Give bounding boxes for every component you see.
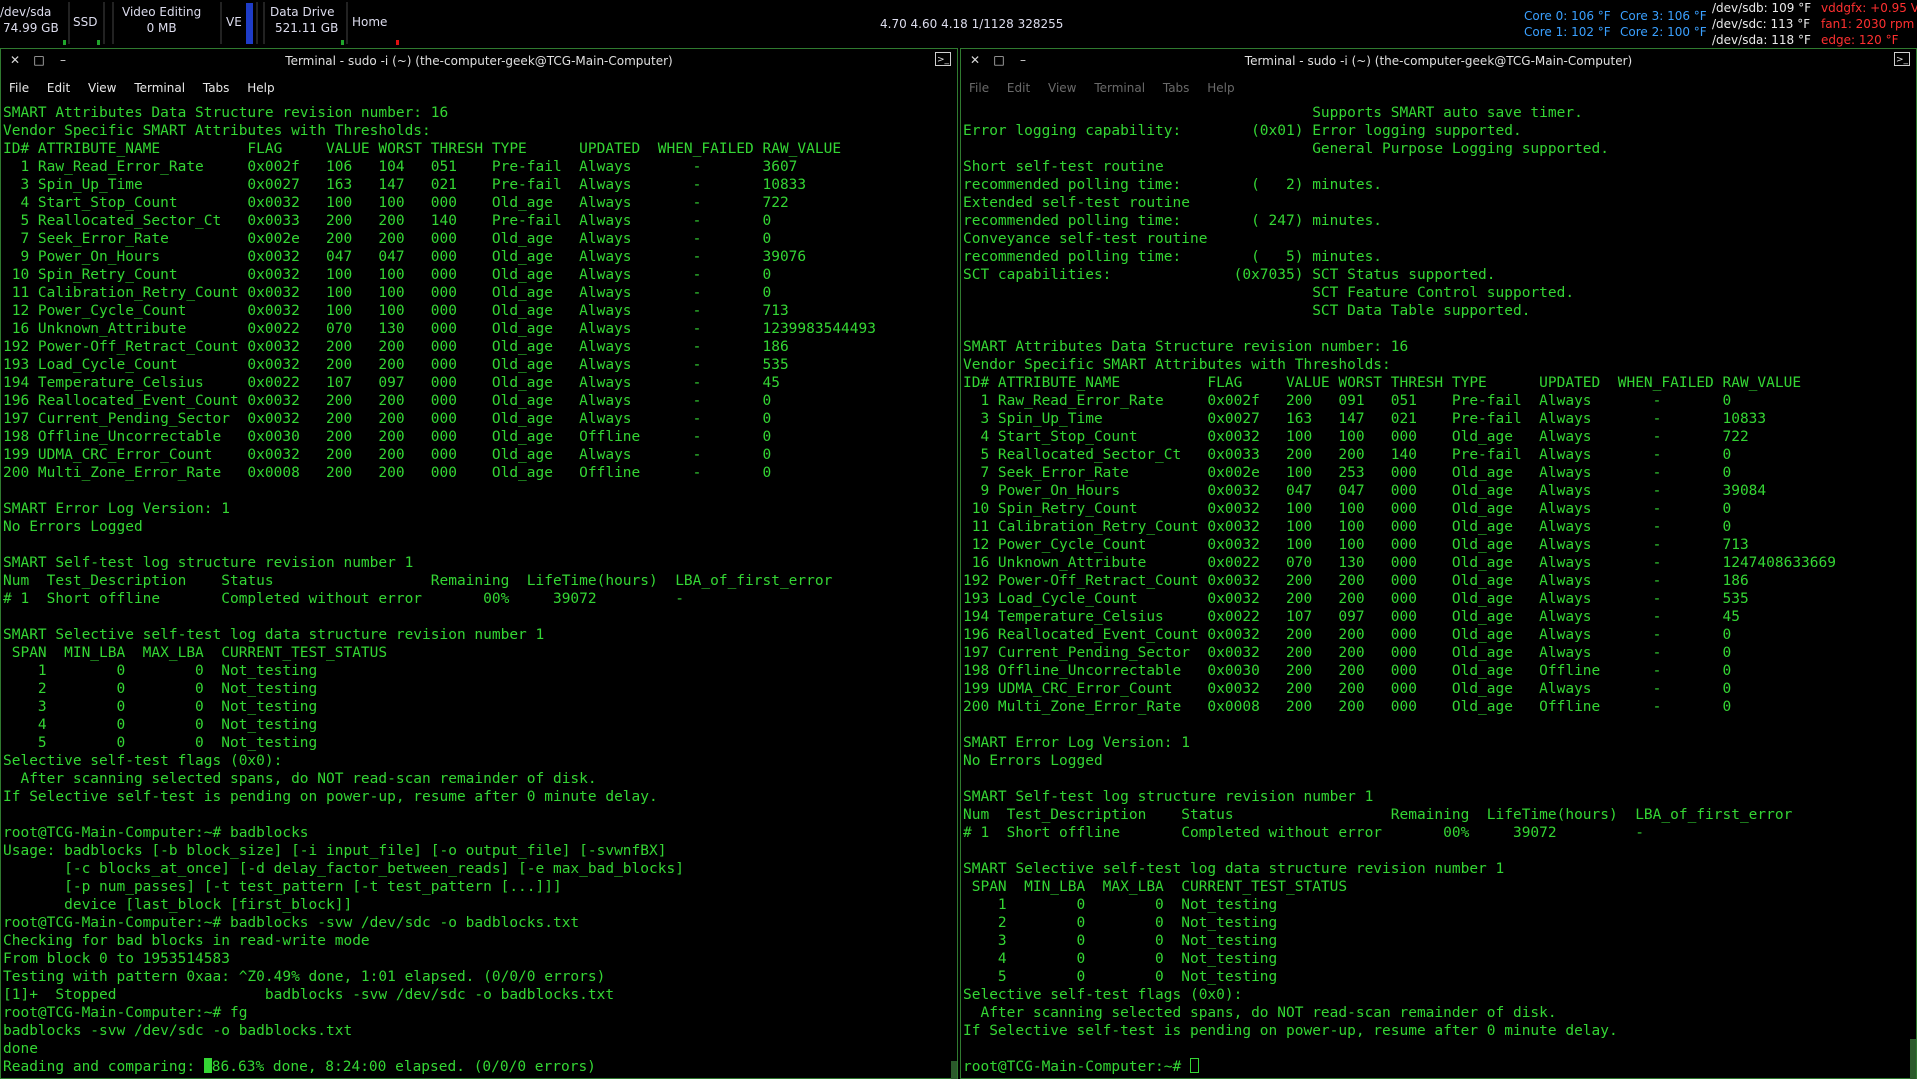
panel-separator: [263, 2, 265, 44]
panel-separator: [220, 2, 222, 44]
menu-file[interactable]: File: [9, 81, 29, 95]
menu-view[interactable]: View: [88, 81, 116, 95]
panel-separator: [346, 2, 348, 44]
disk-sda-widget[interactable]: /dev/sda 74.99 GB: [0, 4, 59, 36]
vddgfx-reading: vddgfx: +0.95 V: [1821, 1, 1917, 15]
cpu-temps-right: Core 3: 106 °F Core 2: 100 °F: [1620, 8, 1707, 40]
scrollbar-thumb[interactable]: [1910, 1039, 1916, 1079]
data-drive-label: Data Drive: [270, 5, 335, 19]
title-bar[interactable]: ✕ □ – Terminal - sudo -i (~) (the-comput…: [1, 49, 957, 73]
window-title: Terminal - sudo -i (~) (the-computer-gee…: [285, 54, 673, 68]
menu-edit[interactable]: Edit: [1007, 81, 1030, 95]
disk-sda-size: 74.99 GB: [3, 21, 59, 35]
sda-temp: /dev/sda: 118 °F: [1712, 33, 1811, 47]
data-drive-widget[interactable]: Data Drive 521.11 GB: [270, 4, 338, 36]
terminal-text: Supports SMART auto save timer. Error lo…: [963, 105, 1836, 1074]
menu-tabs[interactable]: Tabs: [203, 81, 230, 95]
core2-temp: Core 2: 100 °F: [1620, 25, 1707, 39]
menu-view[interactable]: View: [1048, 81, 1076, 95]
top-panel: /dev/sda 74.99 GB SSD Video Editing 0 MB…: [0, 0, 1917, 48]
fan1-reading: fan1: 2030 rpm: [1821, 17, 1915, 31]
menu-terminal[interactable]: Terminal: [1094, 81, 1145, 95]
data-usage-mark: [341, 40, 344, 45]
cpu-temps-left: Core 0: 106 °F Core 1: 102 °F: [1524, 8, 1611, 40]
terminal-output[interactable]: Supports SMART auto save timer. Error lo…: [963, 104, 1908, 1074]
panel-separator: [68, 2, 70, 44]
load-average: 4.70 4.60 4.18 1/1128 328255: [880, 17, 1064, 31]
ve-usage-bar: [246, 3, 253, 44]
panel-separator: [256, 2, 258, 44]
home-usage-mark: [396, 40, 399, 45]
panel-separator: [112, 2, 114, 44]
terminal-window-left[interactable]: ✕ □ – Terminal - sudo -i (~) (the-comput…: [0, 48, 958, 1079]
scrollbar-thumb[interactable]: [951, 1061, 957, 1079]
menu-file[interactable]: File: [969, 81, 989, 95]
data-drive-size: 521.11 GB: [275, 21, 339, 35]
disk-temps: /dev/sdb: 109 °F /dev/sdc: 113 °F /dev/s…: [1712, 0, 1811, 48]
video-editing-label: Video Editing: [122, 5, 202, 19]
panel-separator: [103, 2, 105, 44]
ssd-usage-mark: [97, 40, 100, 45]
terminal-text: SMART Attributes Data Structure revision…: [3, 105, 876, 1074]
window-title: Terminal - sudo -i (~) (the-computer-gee…: [1244, 54, 1633, 68]
terminal-output[interactable]: SMART Attributes Data Structure revision…: [3, 104, 951, 1074]
video-editing-widget[interactable]: Video Editing 0 MB: [122, 4, 201, 36]
disk-sda-label: /dev/sda: [0, 5, 52, 19]
menu-terminal[interactable]: Terminal: [134, 81, 185, 95]
sdc-temp: /dev/sdc: 113 °F: [1712, 17, 1811, 31]
home-label: Home: [352, 15, 388, 29]
terminal-cursor: [203, 1058, 212, 1073]
edge-temp: edge: 120 °F: [1821, 33, 1899, 47]
core3-temp: Core 3: 106 °F: [1620, 9, 1707, 23]
terminal-window-right[interactable]: ✕ □ – Terminal - sudo -i (~) (the-comput…: [960, 48, 1917, 1079]
ve-label: VE: [226, 15, 242, 29]
menu-bar: File Edit View Terminal Tabs Help: [1, 81, 957, 99]
core1-temp: Core 1: 102 °F: [1524, 25, 1611, 39]
menu-help[interactable]: Help: [1207, 81, 1234, 95]
title-bar[interactable]: ✕ □ – Terminal - sudo -i (~) (the-comput…: [961, 49, 1916, 73]
menu-help[interactable]: Help: [247, 81, 274, 95]
sdb-temp: /dev/sdb: 109 °F: [1712, 1, 1812, 15]
gpu-sensors: vddgfx: +0.95 V fan1: 2030 rpm edge: 120…: [1821, 0, 1917, 48]
menu-tabs[interactable]: Tabs: [1163, 81, 1190, 95]
terminal-last-line-tail: 86.63% done, 8:24:00 elapsed. (0/0/0 err…: [211, 1059, 596, 1074]
core0-temp: Core 0: 106 °F: [1524, 9, 1611, 23]
sda-usage-mark: [63, 40, 66, 45]
terminal-app-icon[interactable]: >_: [1894, 52, 1910, 66]
ssd-label: SSD: [73, 15, 98, 29]
menu-edit[interactable]: Edit: [47, 81, 70, 95]
menu-bar: File Edit View Terminal Tabs Help: [961, 81, 1916, 99]
terminal-cursor: [1189, 1058, 1199, 1073]
terminal-app-icon[interactable]: >_: [935, 52, 951, 66]
video-editing-size: 0 MB: [146, 21, 177, 35]
